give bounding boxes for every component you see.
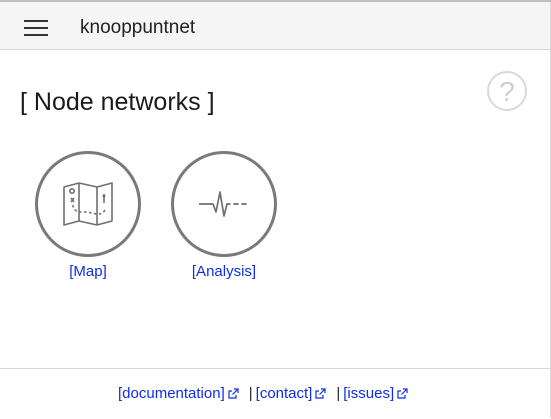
external-link-icon <box>228 388 239 399</box>
app-frame: knooppuntnet [ Node networks ] ? [Map] [… <box>0 0 551 419</box>
footer-links: [documentation] | [contact] | [issues] <box>118 385 408 403</box>
external-link-icon <box>397 388 408 399</box>
external-link-icon <box>315 388 326 399</box>
help-icon: ? <box>499 76 515 107</box>
analysis-link[interactable]: [Analysis] <box>169 263 279 281</box>
analysis-tile: [Analysis] <box>169 151 279 281</box>
map-link[interactable]: [Map] <box>33 263 143 281</box>
toolbar: knooppuntnet <box>0 2 550 50</box>
footer-separator: | <box>336 385 341 402</box>
map-icon <box>63 182 113 226</box>
app-title[interactable]: knooppuntnet <box>80 17 195 39</box>
issues-link[interactable]: [issues] <box>343 385 408 402</box>
footer: [documentation] | [contact] | [issues] <box>0 368 550 419</box>
analysis-tile-button[interactable] <box>171 151 277 257</box>
menu-button[interactable] <box>14 8 58 48</box>
map-tile-button[interactable] <box>35 151 141 257</box>
map-tile: [Map] <box>33 151 143 281</box>
footer-separator: | <box>248 385 253 402</box>
contact-link[interactable]: [contact] <box>256 385 327 402</box>
analysis-icon <box>199 191 247 217</box>
help-button[interactable]: ? <box>487 71 527 111</box>
page-title: [ Node networks ] <box>20 88 215 116</box>
documentation-link[interactable]: [documentation] <box>118 385 239 402</box>
